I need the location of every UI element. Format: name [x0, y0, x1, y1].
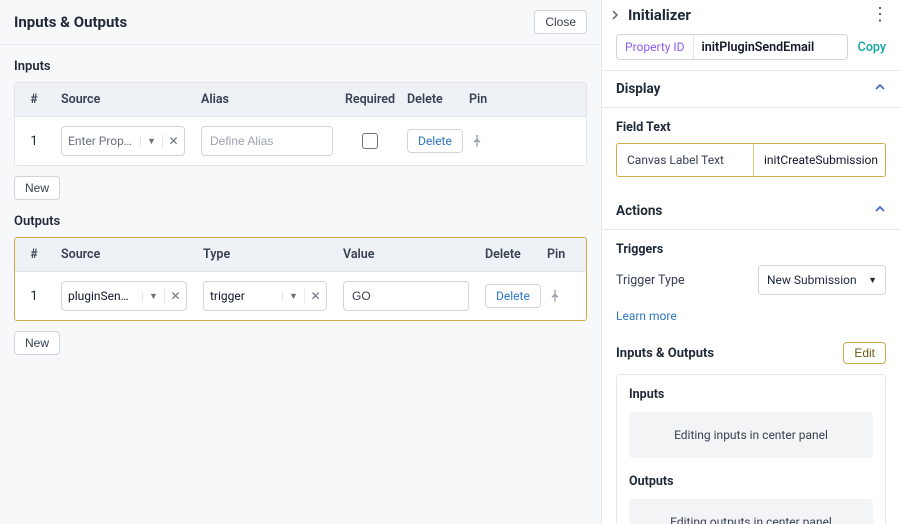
actions-section-header[interactable]: Actions [602, 193, 900, 230]
pin-icon[interactable] [547, 288, 563, 304]
properties-title: Initializer [628, 6, 865, 24]
col-header-pin: Pin [461, 83, 586, 116]
col-header-value: Value [335, 238, 477, 271]
property-id-pill: Property ID initPluginSendEmail [616, 34, 848, 60]
chevron-down-icon[interactable]: ▼ [282, 291, 304, 302]
output-type-value: trigger [204, 289, 282, 303]
col-header-num: # [15, 83, 53, 116]
col-header-type: Type [195, 238, 335, 271]
chevron-up-icon[interactable] [874, 81, 886, 97]
center-panel-header: Inputs & Outputs Close [0, 0, 601, 45]
input-source-placeholder: Enter Property ID [62, 134, 140, 148]
inputs-section-label: Inputs [0, 45, 601, 82]
field-text-left: Canvas Label Text [617, 144, 753, 176]
delete-output-button[interactable]: Delete [485, 284, 541, 308]
output-value-field[interactable] [343, 281, 469, 311]
display-section-header[interactable]: Display [602, 71, 900, 108]
io-label: Inputs & Outputs [616, 346, 714, 361]
outputs-table-row: 1 pluginSen… ▼ ✕ trigger ▼ ✕ Delete [15, 272, 586, 320]
field-text-label: Field Text [616, 120, 886, 135]
close-button[interactable]: Close [534, 10, 587, 34]
inputs-table-header: # Source Alias Required Delete Pin [15, 83, 586, 117]
trigger-type-select[interactable]: New Submission ▼ [758, 265, 886, 295]
clear-icon[interactable]: ✕ [304, 289, 326, 303]
property-id-label: Property ID [617, 35, 694, 59]
edit-io-button[interactable]: Edit [843, 342, 886, 364]
output-source-value: pluginSen… [62, 289, 142, 303]
display-title: Display [616, 81, 660, 97]
output-source-combobox[interactable]: pluginSen… ▼ ✕ [61, 281, 187, 311]
input-alias-field[interactable] [201, 126, 333, 156]
property-id-row: Property ID initPluginSendEmail Copy [602, 30, 900, 71]
center-panel-title: Inputs & Outputs [14, 13, 127, 31]
chevron-down-icon: ▼ [868, 275, 877, 286]
property-id-value: initPluginSendEmail [694, 35, 823, 59]
inputs-table: # Source Alias Required Delete Pin 1 Ent… [14, 82, 587, 166]
field-text-right: initCreateSubmission [753, 144, 885, 176]
chevron-down-icon[interactable]: ▼ [140, 136, 162, 147]
properties-panel: Initializer ⋮ Property ID initPluginSend… [602, 0, 900, 524]
chevron-right-icon[interactable] [608, 10, 622, 20]
io-inputs-placeholder: Editing inputs in center panel [629, 412, 873, 458]
chevron-down-icon[interactable]: ▼ [142, 291, 164, 302]
clear-icon[interactable]: ✕ [162, 134, 184, 148]
io-card: Inputs Editing inputs in center panel Ou… [616, 374, 886, 524]
properties-header: Initializer ⋮ [602, 0, 900, 30]
chevron-up-icon[interactable] [874, 203, 886, 219]
col-header-source: Source [53, 83, 193, 116]
display-section-body: Field Text Canvas Label Text initCreateS… [602, 108, 900, 193]
io-outputs-placeholder: Editing outputs in center panel [629, 499, 873, 524]
triggers-label: Triggers [616, 242, 886, 257]
actions-section-body: Triggers Trigger Type New Submission ▼ L… [602, 230, 900, 524]
delete-input-button[interactable]: Delete [407, 129, 463, 153]
actions-title: Actions [616, 203, 662, 219]
more-menu-icon[interactable]: ⋮ [871, 10, 890, 21]
col-header-pin: Pin [539, 238, 586, 271]
learn-more-link[interactable]: Learn more [616, 309, 677, 323]
outputs-table-header: # Source Type Value Delete Pin [15, 238, 586, 272]
output-type-combobox[interactable]: trigger ▼ ✕ [203, 281, 327, 311]
col-header-delete: Delete [399, 83, 461, 116]
io-inputs-label: Inputs [629, 387, 873, 402]
trigger-type-label: Trigger Type [616, 273, 685, 288]
copy-button[interactable]: Copy [858, 40, 886, 55]
col-header-delete: Delete [477, 238, 539, 271]
io-outputs-label: Outputs [629, 474, 873, 489]
col-header-alias: Alias [193, 83, 341, 116]
new-input-button[interactable]: New [14, 176, 60, 200]
row-number: 1 [15, 117, 53, 165]
clear-icon[interactable]: ✕ [164, 289, 186, 303]
inputs-table-row: 1 Enter Property ID ▼ ✕ Delete [15, 117, 586, 165]
new-output-button[interactable]: New [14, 331, 60, 355]
center-panel: Inputs & Outputs Close Inputs # Source A… [0, 0, 602, 524]
field-text-row[interactable]: Canvas Label Text initCreateSubmission [616, 143, 886, 177]
trigger-type-value: New Submission [767, 273, 857, 287]
input-source-combobox[interactable]: Enter Property ID ▼ ✕ [61, 126, 185, 156]
trigger-type-row: Trigger Type New Submission ▼ [616, 265, 886, 295]
outputs-table: # Source Type Value Delete Pin 1 pluginS… [14, 237, 587, 321]
row-number: 1 [15, 272, 53, 320]
required-checkbox[interactable] [362, 133, 378, 149]
col-header-source: Source [53, 238, 195, 271]
io-subsection-header: Inputs & Outputs Edit [616, 342, 886, 364]
pin-icon[interactable] [469, 133, 485, 149]
col-header-num: # [15, 238, 53, 271]
outputs-section-label: Outputs [0, 210, 601, 237]
col-header-required: Required [341, 83, 399, 116]
